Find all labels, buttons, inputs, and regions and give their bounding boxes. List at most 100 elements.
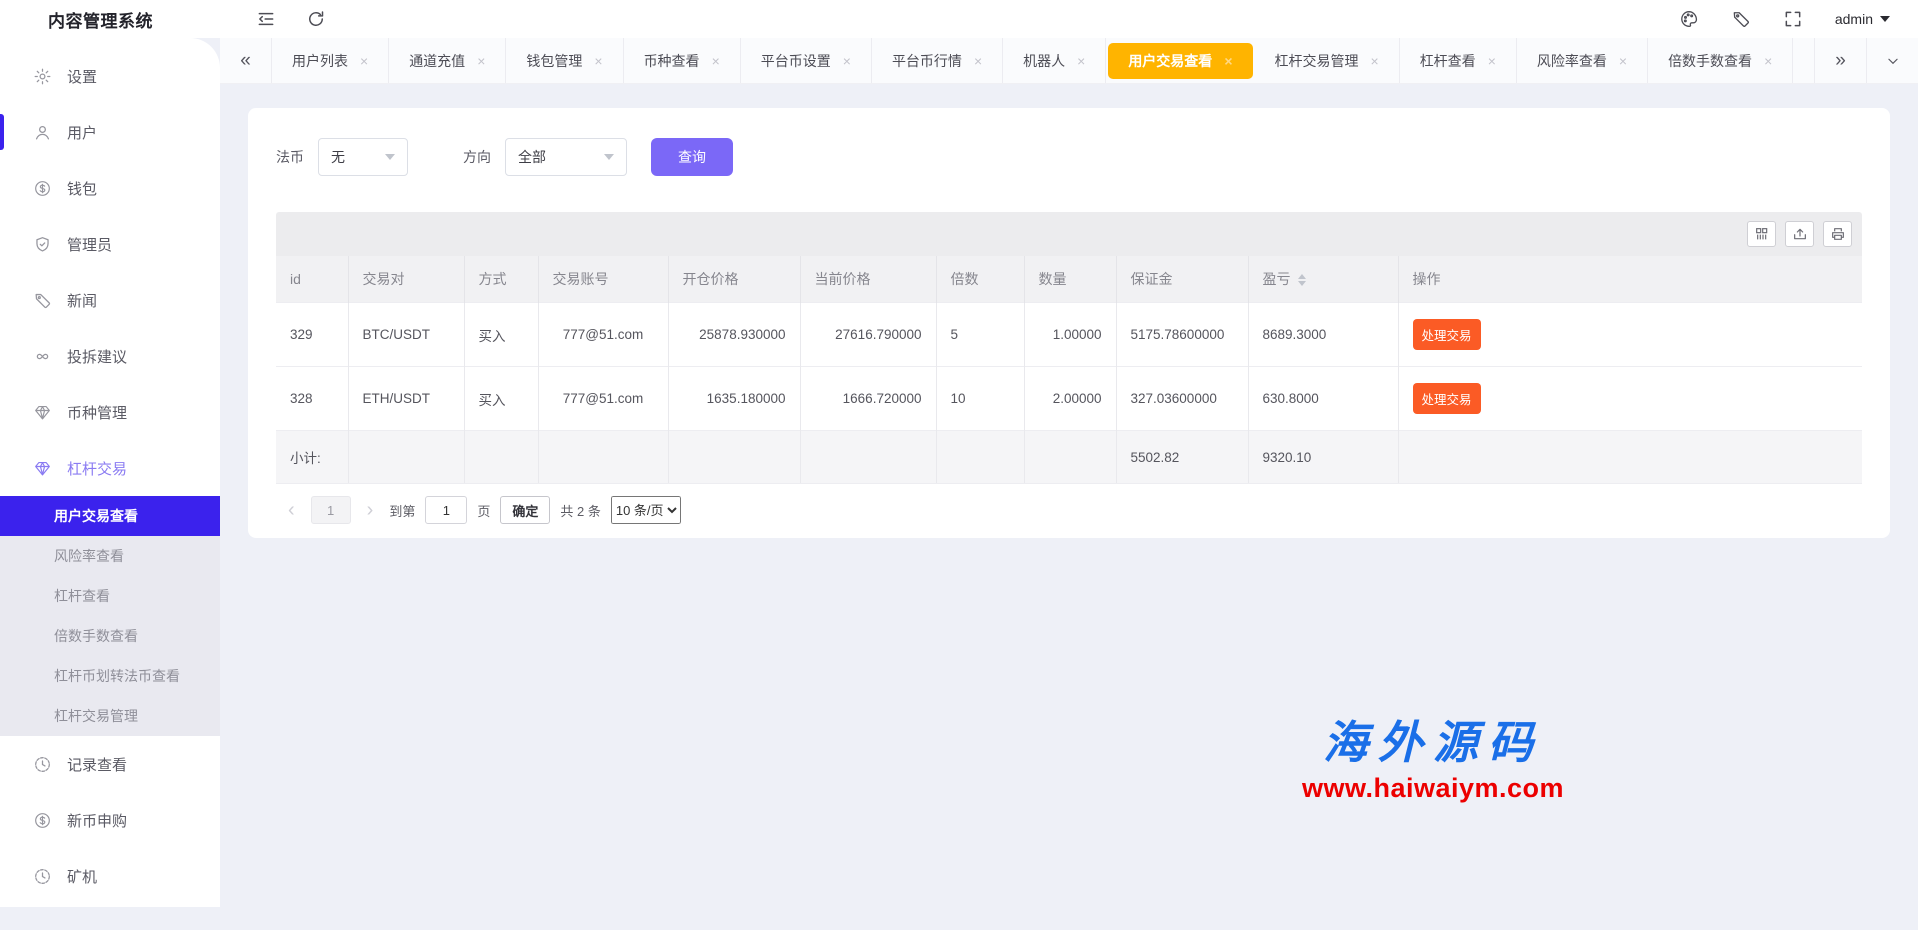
total-count-label: 共 2 条	[560, 501, 600, 520]
submenu-item-transfer-view[interactable]: 杠杆币划转法币查看	[0, 656, 220, 696]
page-number-button[interactable]: 1	[311, 496, 351, 524]
sidebar-item-admins[interactable]: 管理员	[0, 216, 220, 272]
close-icon[interactable]: ×	[1764, 53, 1772, 69]
tab-robot[interactable]: 机器人×	[1003, 38, 1106, 83]
tab-risk-rate-view[interactable]: 风险率查看×	[1517, 38, 1648, 83]
trades-table-block: id 交易对 方式 交易账号 开仓价格 当前价格 倍数 数量 保证金 盈亏 操作	[276, 212, 1862, 538]
sidebar-fold-icon[interactable]	[256, 9, 276, 29]
infinity-icon	[33, 347, 52, 366]
goto-page-input[interactable]	[425, 496, 467, 524]
user-menu[interactable]: admin	[1835, 11, 1890, 27]
handle-trade-button[interactable]: 处理交易	[1413, 383, 1481, 414]
goto-confirm-button[interactable]: 确定	[500, 496, 550, 524]
close-icon[interactable]: ×	[1224, 53, 1232, 69]
col-open-price: 开仓价格	[668, 256, 800, 303]
print-button[interactable]	[1823, 221, 1852, 247]
table-row: 328 ETH/USDT 买入 777@51.com 1635.180000 1…	[276, 367, 1862, 431]
fiat-select[interactable]: 无	[318, 138, 408, 176]
sidebar-item-coins[interactable]: 币种管理	[0, 384, 220, 440]
close-icon[interactable]: ×	[594, 53, 602, 69]
dollar-circle-icon	[33, 179, 52, 198]
handle-trade-button[interactable]: 处理交易	[1413, 319, 1481, 350]
gear-icon	[33, 67, 52, 86]
close-icon[interactable]: ×	[1077, 53, 1085, 69]
export-icon	[1792, 226, 1808, 242]
columns-icon	[1754, 226, 1770, 242]
tab-platform-coin-settings[interactable]: 平台币设置×	[741, 38, 872, 83]
sidebar-item-news[interactable]: 新闻	[0, 272, 220, 328]
close-icon[interactable]: ×	[360, 53, 368, 69]
theme-palette-icon[interactable]	[1679, 9, 1699, 29]
tab-leverage-trade-manage[interactable]: 杠杆交易管理×	[1255, 38, 1400, 83]
sidebar-item-label: 设置	[67, 66, 97, 87]
query-card: 法币 无 方向 全部 查询	[248, 108, 1890, 538]
content-area: 法币 无 方向 全部 查询	[220, 108, 1918, 930]
gem-icon	[33, 403, 52, 422]
submenu-item-leverage-view[interactable]: 杠杆查看	[0, 576, 220, 616]
close-icon[interactable]: ×	[1371, 53, 1379, 69]
submenu-item-multiplier[interactable]: 倍数手数查看	[0, 616, 220, 656]
fullscreen-icon[interactable]	[1783, 9, 1803, 29]
filter-row: 法币 无 方向 全部 查询	[276, 138, 1862, 176]
sidebar-item-new-coin[interactable]: 新币申购	[0, 792, 220, 848]
tabs-scroll-right-button[interactable]: »	[1814, 38, 1866, 83]
sidebar-item-users[interactable]: 用户	[0, 104, 220, 160]
user-caret-icon	[1880, 16, 1890, 22]
col-pnl[interactable]: 盈亏	[1248, 256, 1398, 303]
tabs-dropdown-button[interactable]	[1866, 38, 1918, 83]
person-icon	[33, 123, 52, 142]
tab-coin-view[interactable]: 币种查看×	[624, 38, 741, 83]
sidebar-item-leverage[interactable]: 杠杆交易	[0, 440, 220, 496]
tabs-scroll-left-button[interactable]: «	[220, 38, 272, 83]
close-icon[interactable]: ×	[843, 53, 851, 69]
close-icon[interactable]: ×	[477, 53, 485, 69]
sidebar-item-records[interactable]: 记录查看	[0, 736, 220, 792]
tab-channel-recharge[interactable]: 通道充值×	[389, 38, 506, 83]
tab-multiplier-view[interactable]: 倍数手数查看×	[1648, 38, 1793, 83]
direction-select[interactable]: 全部	[505, 138, 627, 176]
col-current-price: 当前价格	[800, 256, 936, 303]
col-margin: 保证金	[1116, 256, 1248, 303]
page-unit-label: 页	[477, 501, 490, 520]
leverage-submenu: 用户交易查看 风险率查看 杠杆查看 倍数手数查看 杠杆币划转法币查看 杠杆交易管…	[0, 496, 220, 736]
tab-wallet-manage[interactable]: 钱包管理×	[506, 38, 623, 83]
next-page-button[interactable]: ›	[361, 500, 380, 520]
sidebar-item-wallet[interactable]: 钱包	[0, 160, 220, 216]
tab-user-list[interactable]: 用户列表×	[272, 38, 389, 83]
sidebar-item-label: 矿机	[67, 866, 97, 887]
user-name: admin	[1835, 11, 1873, 27]
tab-user-trades-active[interactable]: 用户交易查看×	[1108, 43, 1252, 79]
sidebar: 设置 用户 钱包 管理员 新闻 投拆建议 币种管理 杠杆交易 用户交易查看 风险…	[0, 38, 220, 907]
sidebar-item-label: 新闻	[67, 290, 97, 311]
close-icon[interactable]: ×	[712, 53, 720, 69]
col-account: 交易账号	[538, 256, 668, 303]
close-icon[interactable]: ×	[1619, 53, 1627, 69]
dollar-circle-icon	[33, 811, 52, 830]
close-icon[interactable]: ×	[1488, 53, 1496, 69]
tab-platform-coin-market[interactable]: 平台币行情×	[872, 38, 1003, 83]
direction-label: 方向	[463, 147, 491, 167]
submenu-item-risk-rate[interactable]: 风险率查看	[0, 536, 220, 576]
tag-icon	[33, 291, 52, 310]
tab-leverage-view[interactable]: 杠杆查看×	[1400, 38, 1517, 83]
table-row: 329 BTC/USDT 买入 777@51.com 25878.930000 …	[276, 303, 1862, 367]
query-button[interactable]: 查询	[651, 138, 733, 176]
sidebar-item-settings[interactable]: 设置	[0, 48, 220, 104]
refresh-icon[interactable]	[306, 9, 326, 29]
table-header-row: id 交易对 方式 交易账号 开仓价格 当前价格 倍数 数量 保证金 盈亏 操作	[276, 256, 1862, 303]
col-ops: 操作	[1398, 256, 1862, 303]
sidebar-item-feedback[interactable]: 投拆建议	[0, 328, 220, 384]
submenu-item-user-trades[interactable]: 用户交易查看	[0, 496, 220, 536]
page-size-select[interactable]: 10 条/页	[611, 496, 681, 524]
col-quantity: 数量	[1024, 256, 1116, 303]
sort-icon[interactable]	[1298, 274, 1306, 286]
submenu-item-trade-manage[interactable]: 杠杆交易管理	[0, 696, 220, 736]
sidebar-item-miner[interactable]: 矿机	[0, 848, 220, 904]
close-icon[interactable]: ×	[974, 53, 982, 69]
columns-toggle-button[interactable]	[1747, 221, 1776, 247]
pagination: ‹ 1 › 到第 页 确定 共 2 条 10 条/页	[276, 483, 1862, 538]
watermark-url: www.haiwaiym.com	[1268, 773, 1598, 804]
tag-icon[interactable]	[1731, 9, 1751, 29]
prev-page-button[interactable]: ‹	[282, 500, 301, 520]
export-button[interactable]	[1785, 221, 1814, 247]
